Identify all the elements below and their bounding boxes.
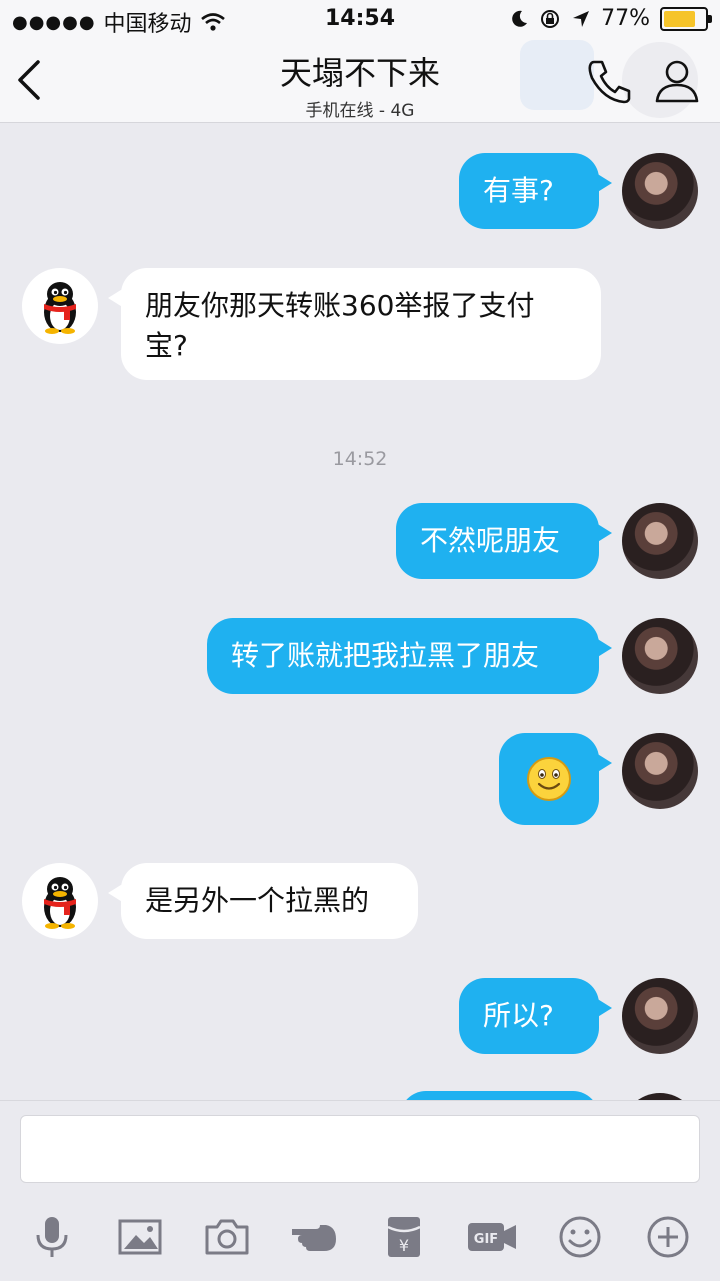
- message-bubble-incoming[interactable]: 朋友你那天转账360举报了支付宝?: [121, 268, 601, 380]
- image-icon[interactable]: [116, 1213, 164, 1261]
- moon-icon: [512, 10, 528, 27]
- microphone-icon[interactable]: [28, 1213, 76, 1261]
- message-bubble-outgoing[interactable]: [499, 733, 599, 825]
- gif-icon[interactable]: GIF: [466, 1213, 518, 1261]
- camera-icon[interactable]: [203, 1213, 251, 1261]
- message-bubble-incoming[interactable]: 是另外一个拉黑的: [121, 863, 418, 939]
- svg-text:¥: ¥: [399, 1236, 409, 1255]
- message-bubble-outgoing[interactable]: 所以?: [459, 978, 599, 1054]
- message-bubble-outgoing[interactable]: 转了账就把我拉黑了朋友: [207, 618, 599, 694]
- message-text: 所以?: [483, 999, 554, 1032]
- message-bubble-outgoing[interactable]: [400, 1091, 599, 1100]
- smile-emoji-icon: [527, 757, 571, 801]
- message-text: 朋友你那天转账360举报了支付宝?: [145, 289, 535, 362]
- status-bar: ●●●●● 中国移动 14:54 77%: [0, 0, 720, 40]
- message-text: 转了账就把我拉黑了朋友: [231, 639, 540, 672]
- contact-avatar-penguin-icon[interactable]: [22, 268, 98, 344]
- emoji-icon[interactable]: [556, 1213, 604, 1261]
- contact-avatar-penguin-icon[interactable]: [22, 863, 98, 939]
- message-text: 是另外一个拉黑的: [145, 884, 370, 917]
- message-text: 有事?: [483, 174, 554, 207]
- plus-icon[interactable]: [644, 1213, 692, 1261]
- chat-header: 天塌不下来 手机在线 - 4G: [0, 40, 720, 123]
- rotation-lock-icon: [541, 9, 560, 28]
- composer: ¥ GIF: [0, 1100, 720, 1281]
- svg-text:GIF: GIF: [474, 1232, 498, 1247]
- message-bubble-outgoing[interactable]: 不然呢朋友: [396, 503, 599, 579]
- my-avatar[interactable]: [622, 503, 698, 579]
- my-avatar[interactable]: [622, 153, 698, 229]
- message-list[interactable]: 有事? 朋友你那天转账360举报了支付宝? 14:52 不然呢朋友 转了账就把我…: [0, 123, 720, 1100]
- phone-call-icon[interactable]: [584, 56, 634, 106]
- composer-toolbar: ¥ GIF: [0, 1201, 720, 1271]
- my-avatar[interactable]: [622, 618, 698, 694]
- poke-icon[interactable]: [290, 1213, 338, 1261]
- my-avatar[interactable]: [622, 733, 698, 809]
- battery-level: [664, 10, 695, 27]
- location-arrow-icon: [573, 10, 590, 27]
- message-text: 不然呢朋友: [420, 524, 561, 557]
- battery-icon: [660, 6, 712, 31]
- contact-profile-icon[interactable]: [652, 56, 702, 106]
- my-avatar[interactable]: [622, 978, 698, 1054]
- timestamp-label: 14:52: [332, 448, 388, 470]
- red-packet-icon[interactable]: ¥: [380, 1213, 428, 1261]
- message-input[interactable]: [20, 1115, 700, 1183]
- battery-percent: 77%: [601, 6, 650, 31]
- my-avatar[interactable]: [622, 1093, 698, 1100]
- message-bubble-outgoing[interactable]: 有事?: [459, 153, 599, 229]
